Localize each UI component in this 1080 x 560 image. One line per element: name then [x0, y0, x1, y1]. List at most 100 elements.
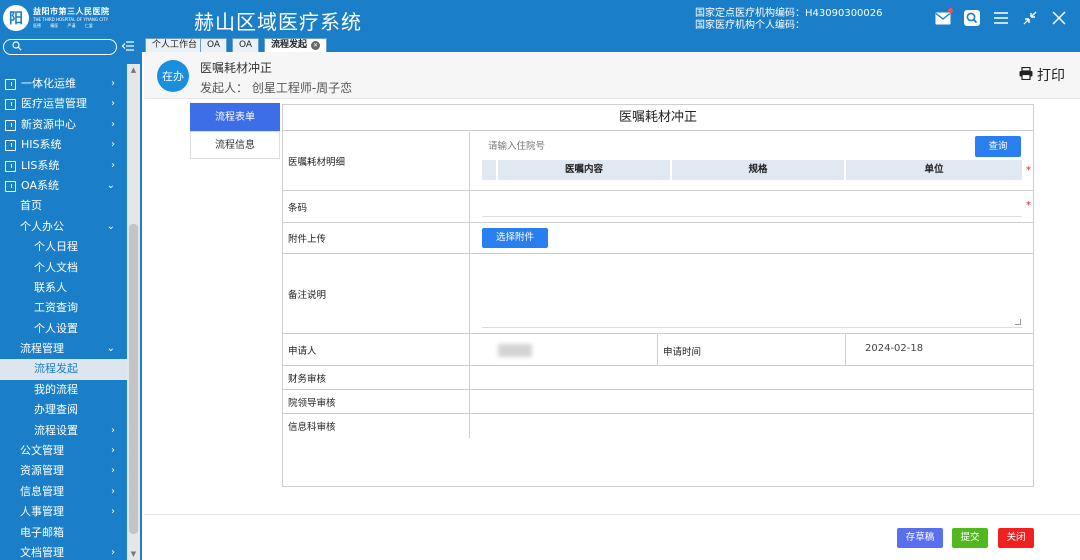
sidebar-item-label: 电子邮箱	[20, 525, 64, 539]
sidebar-item-18[interactable]: 公文管理 ›	[0, 441, 127, 461]
required-mark: *	[1026, 165, 1031, 176]
sidebar-item-5[interactable]: OA系统 ⌄	[0, 176, 127, 196]
sidebar-item-scrolled	[0, 64, 127, 74]
tab-personal-workbench[interactable]: 个人工作台	[145, 38, 205, 52]
sidebar-item-19[interactable]: 资源管理 ›	[0, 461, 127, 481]
sidebar-item-8[interactable]: 个人日程	[0, 237, 127, 257]
module-icon	[5, 79, 16, 90]
app-header: 阳 益阳市第三人民医院 THE THIRD HOSPITAL OF YIYANG…	[0, 0, 1080, 36]
sidebar-item-12[interactable]: 个人设置	[0, 319, 127, 339]
sidebar-item-1[interactable]: 医疗运营管理 ›	[0, 94, 127, 114]
sidebar-item-7[interactable]: 个人办公 ⌄	[0, 217, 127, 237]
tab-oa-2[interactable]: OA	[232, 38, 260, 52]
sidebar-collapse-icon[interactable]	[121, 40, 134, 52]
sidebar-item-label: LIS系统	[21, 158, 60, 172]
chevron-right-icon: ›	[111, 506, 115, 518]
row-barcode: 条码 *	[283, 191, 1033, 223]
sidebar-item-label: 流程发起	[34, 362, 78, 376]
sidebar-item-0[interactable]: 一体化运维 ›	[0, 74, 127, 94]
sidebar-scrollbar[interactable]: ▲ ▼	[127, 64, 140, 560]
org-info: 国家定点医疗机构编码：H43090300026 国家医疗机构个人编码：	[695, 8, 883, 32]
module-icon	[5, 160, 16, 172]
label-applicant: 申请人	[283, 334, 470, 365]
scroll-up-icon[interactable]: ▲	[129, 66, 138, 74]
process-title-bar: 在办 医嘱耗材冲正 发起人： 创星工程师-周子恋 打印	[144, 52, 1080, 99]
status-badge: 在办	[157, 60, 189, 92]
hospital-logo-emblem: 阳	[3, 5, 29, 31]
mail-icon[interactable]	[934, 8, 953, 27]
header-icons	[934, 8, 1068, 27]
form-side-tabs: 流程表单 流程信息	[190, 103, 280, 159]
sidebar-item-label: 工资查询	[34, 301, 78, 315]
chevron-right-icon: ›	[111, 139, 115, 151]
system-title: 赫山区域医疗系统	[194, 10, 362, 34]
label-finance-review: 财务审核	[283, 366, 470, 389]
sidebar-menu: 一体化运维 › 医疗运营管理 › 新资源中心 › HIS系统 › LIS系统 › OA系统 ⌄ 首页 个人…	[0, 64, 127, 560]
scrollbar-thumb[interactable]	[129, 224, 138, 534]
sidebar-item-3[interactable]: HIS系统 ›	[0, 135, 127, 155]
sidebar-item-label: OA系统	[21, 178, 59, 192]
sidebar-item-4[interactable]: LIS系统 ›	[0, 156, 127, 176]
close-button[interactable]: 关闭	[998, 528, 1034, 548]
query-button[interactable]: 查询	[975, 136, 1021, 157]
hospital-name-cn: 益阳市第三人民医院	[33, 7, 110, 16]
sidebar-item-10[interactable]: 联系人	[0, 278, 127, 298]
menu-icon[interactable]	[992, 9, 1010, 27]
close-icon[interactable]	[1050, 9, 1068, 27]
sidebar-item-label: 个人文档	[34, 260, 78, 274]
tab-close-icon[interactable]: ✕	[311, 41, 321, 50]
tab-process-initiate[interactable]: 流程发起 ✕	[264, 38, 328, 52]
sidebar-item-9[interactable]: 个人文档	[0, 258, 127, 278]
tab-oa-1[interactable]: OA	[200, 38, 228, 52]
sidebar-search-input[interactable]	[3, 39, 117, 55]
submit-button[interactable]: 提交	[952, 528, 988, 548]
sidebar-item-20[interactable]: 信息管理 ›	[0, 482, 127, 502]
choose-attachment-button[interactable]: 选择附件	[482, 228, 548, 248]
org-code: 国家定点医疗机构编码：H43090300026	[695, 8, 883, 19]
sidebar-item-16[interactable]: 办理查阅	[0, 400, 127, 420]
sidebar-item-14[interactable]: 流程发起	[0, 359, 127, 380]
sidebar-item-label: 流程管理	[20, 342, 64, 356]
module-icon	[5, 99, 16, 111]
sidebar-item-13[interactable]: 流程管理 ⌄	[0, 339, 127, 359]
sidebar-item-label: 个人办公	[20, 219, 64, 233]
apply-time-value: 2024-02-18	[865, 343, 924, 354]
chevron-right-icon: ›	[111, 98, 115, 110]
sidebar-item-label: 医疗运营管理	[21, 97, 87, 111]
chevron-down-icon: ⌄	[106, 343, 115, 355]
tab-bar: 个人工作台 OA OA 流程发起 ✕	[142, 36, 1080, 52]
sidebar-item-15[interactable]: 我的流程	[0, 380, 127, 400]
sidebar-item-23[interactable]: 文档管理 ›	[0, 543, 127, 560]
sidebar-item-2[interactable]: 新资源中心 ›	[0, 115, 127, 135]
notification-dot	[948, 8, 953, 13]
barcode-input[interactable]	[482, 199, 1022, 217]
tab-process-info[interactable]: 流程信息	[190, 131, 280, 159]
form-title: 医嘱耗材冲正	[283, 105, 1033, 131]
footer-actions: 存草稿 提交 关闭	[144, 514, 1080, 560]
chevron-right-icon: ›	[111, 485, 115, 497]
label-detail: 医嘱耗材明细	[283, 132, 470, 190]
sidebar-item-21[interactable]: 人事管理 ›	[0, 502, 127, 522]
sidebar-item-label: HIS系统	[21, 138, 62, 152]
chevron-right-icon: ›	[111, 445, 115, 457]
save-draft-button[interactable]: 存草稿	[897, 528, 943, 548]
search-icon	[12, 41, 22, 54]
sidebar-item-6[interactable]: 首页	[0, 196, 127, 216]
sidebar-item-11[interactable]: 工资查询	[0, 298, 127, 318]
chevron-right-icon: ›	[111, 465, 115, 477]
inpatient-number-input[interactable]	[488, 138, 773, 154]
search-icon[interactable]	[963, 9, 981, 27]
sidebar-item-label: 资源管理	[20, 464, 64, 478]
scroll-down-icon[interactable]: ▼	[129, 550, 138, 558]
resize-grip-icon[interactable]	[1015, 319, 1021, 325]
printer-icon	[1019, 66, 1033, 84]
sidebar-item-label: 个人设置	[34, 321, 78, 335]
print-button[interactable]: 打印	[1019, 65, 1065, 85]
sidebar-item-17[interactable]: 流程设置 ›	[0, 421, 127, 441]
tab-process-form[interactable]: 流程表单	[190, 103, 280, 131]
sidebar-item-22[interactable]: 电子邮箱	[0, 523, 127, 543]
chevron-right-icon: ›	[111, 159, 115, 171]
sidebar: 一体化运维 › 医疗运营管理 › 新资源中心 › HIS系统 › LIS系统 › OA系统 ⌄ 首页 个人…	[0, 36, 142, 560]
shrink-icon[interactable]	[1021, 9, 1039, 27]
remark-textarea[interactable]	[482, 258, 1022, 328]
